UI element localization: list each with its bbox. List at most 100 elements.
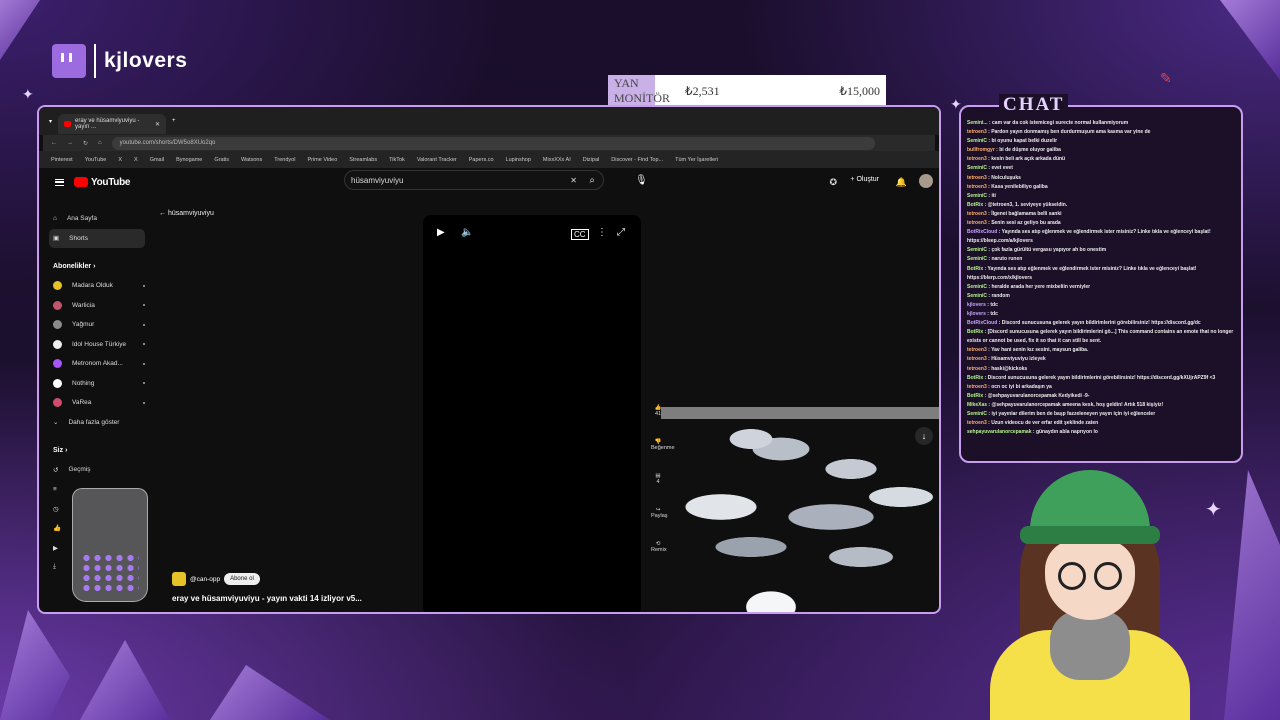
tab-menu-icon[interactable]: ▾	[49, 118, 52, 125]
volume-icon[interactable]: 🔈	[461, 227, 473, 238]
avatar[interactable]	[919, 174, 933, 188]
video-title[interactable]: eray ve hüsamviyuviyu - yayın vakti 14 i…	[172, 594, 362, 603]
chat-username[interactable]: SeminiC	[967, 138, 987, 144]
chat-username[interactable]: BotRix	[967, 393, 983, 399]
bookmark-item[interactable]: Streamlabs	[349, 157, 377, 163]
chat-username[interactable]: SeminiC	[967, 284, 987, 290]
chat-username[interactable]: tetroen3	[967, 347, 987, 353]
chat-username[interactable]: tetroen3	[967, 356, 987, 362]
play-icon[interactable]: ▶	[437, 227, 445, 238]
back-nav-icon[interactable]: ←	[51, 140, 57, 146]
chat-username[interactable]: tetroen3	[967, 366, 987, 372]
studio-icon[interactable]: ✪	[829, 177, 837, 188]
fullscreen-icon[interactable]: ⤢	[617, 227, 625, 238]
chat-username[interactable]: MikeXas	[967, 402, 987, 408]
chat-username[interactable]: kjlovers	[967, 311, 986, 317]
chat-username[interactable]: tetroen3	[967, 184, 987, 190]
forward-nav-icon[interactable]: →	[67, 140, 73, 146]
browser-tab[interactable]: eray ve hüsamviyuviyu - yayın ... ✕	[58, 114, 167, 134]
chat-username[interactable]: SeminiC	[967, 411, 987, 417]
history-icon: ↺	[53, 466, 59, 474]
sidebar-item-label: Madara Olduk	[72, 282, 113, 290]
bookmark-item[interactable]: TikTok	[389, 157, 405, 163]
bell-icon[interactable]: 🔔	[896, 177, 907, 188]
arrow-down-icon[interactable]: ↓	[915, 427, 933, 445]
bookmark-item[interactable]: Pinterest	[51, 157, 73, 163]
search-icon[interactable]: ⌕	[589, 175, 595, 186]
chat-username[interactable]: tetroen3	[967, 156, 987, 162]
bookmark-item[interactable]: Trendyol	[274, 157, 295, 163]
chat-text: Senin sesi az geliyo bu arada	[991, 220, 1061, 227]
youtube-logo[interactable]: YouTube	[74, 177, 131, 188]
sidebar-item-shorts[interactable]: ▣ Shorts	[49, 228, 145, 248]
create-button[interactable]: + Oluştur	[850, 176, 879, 183]
chat-username[interactable]: tetroen3	[967, 175, 987, 181]
chat-username[interactable]: sehpayuvarulanorcepamak	[967, 429, 1031, 435]
sidebar-item-subscription[interactable]: VaRea	[49, 393, 145, 413]
bookmark-item[interactable]: Watsons	[241, 157, 262, 163]
chat-message: SeminiC : evet evet	[967, 164, 1235, 173]
bookmark-item[interactable]: Gratis	[214, 157, 229, 163]
mic-icon[interactable]: 🎙	[635, 175, 648, 186]
chat-text: kesin beli ark açık arkada dünü	[991, 156, 1066, 163]
channel-handle[interactable]: @can-opp	[190, 576, 220, 583]
bookmark-item[interactable]: X	[134, 157, 138, 163]
chat-username[interactable]: tetroen3	[967, 211, 987, 217]
chat-username[interactable]: SeminiC	[967, 247, 987, 253]
sidebar-item-subscription[interactable]: Idol House Türkiye	[49, 335, 145, 355]
subscribe-button[interactable]: Abone ol	[224, 573, 260, 585]
chat-username[interactable]: BotRix	[967, 375, 983, 381]
bookmark-item[interactable]: X	[118, 157, 122, 163]
url-field[interactable]: youtube.com/shorts/DW5o8XUo2qo	[111, 136, 875, 150]
show-more-button[interactable]: ⌄ Daha fazla göster	[49, 413, 145, 433]
back-button[interactable]: ← hüsamviyuviyu	[159, 210, 214, 217]
sidebar-item-history[interactable]: ↺ Geçmiş	[49, 460, 145, 480]
bookmark-item[interactable]: Dizipal	[583, 157, 600, 163]
sidebar-item-subscription[interactable]: Nothing	[49, 374, 145, 394]
bookmark-item[interactable]: YouTube	[85, 157, 107, 163]
bookmark-item[interactable]: MixxXXx AI	[543, 157, 571, 163]
chat-username[interactable]: tetroen3	[967, 129, 987, 135]
bookmark-item[interactable]: Prime Video	[307, 157, 337, 163]
chat-username[interactable]: SeminiC	[967, 256, 987, 262]
chat-username[interactable]: BotRix	[967, 202, 983, 208]
menu-icon[interactable]	[55, 178, 64, 186]
close-tab-icon[interactable]: ✕	[155, 121, 160, 128]
channel-avatar[interactable]	[172, 572, 186, 586]
chat-username[interactable]: tetroen3	[967, 220, 987, 226]
shorts-player[interactable]: ▶ 🔈 CC ⋮ ⤢	[423, 215, 641, 612]
chat-username[interactable]: Semini...	[967, 120, 988, 126]
bookmark-item[interactable]: Lupinshop	[506, 157, 531, 163]
search-input[interactable]: hüsamviyuviyu ✕ ⌕	[344, 170, 604, 190]
chat-username[interactable]: BotRix	[967, 266, 983, 272]
cc-icon[interactable]: CC	[571, 229, 589, 240]
home-icon[interactable]: ⌂	[98, 140, 102, 146]
bookmark-item[interactable]: Bynogame	[176, 157, 202, 163]
chat-username[interactable]: BotRixCloud	[967, 320, 997, 326]
bookmark-item[interactable]: Tüm Yer İşaretleri	[675, 157, 718, 163]
chat-username[interactable]: SeminiC	[967, 293, 987, 299]
sidebar-item-subscription[interactable]: Madara Olduk	[49, 276, 145, 296]
chat-username[interactable]: kjlovers	[967, 302, 986, 308]
chat-username[interactable]: SeminiC	[967, 193, 987, 199]
sidebar-item-subscription[interactable]: Warlicia	[49, 296, 145, 316]
bookmark-item[interactable]: Papers.co	[469, 157, 494, 163]
new-tab-icon[interactable]: +	[172, 118, 176, 124]
clear-search-icon[interactable]: ✕	[570, 176, 577, 185]
you-header[interactable]: Siz ›	[49, 440, 145, 460]
subscriptions-header[interactable]: Abonelikler ›	[49, 256, 145, 276]
sidebar-item-subscription[interactable]: Yağmur	[49, 315, 145, 335]
chat-username[interactable]: bullfromgyr	[967, 147, 995, 153]
sidebar-item-home[interactable]: ⌂ Ana Sayfa	[49, 209, 145, 229]
chat-username[interactable]: SeminiC	[967, 165, 987, 171]
bookmark-item[interactable]: Discover - Find Top...	[611, 157, 663, 163]
chat-username[interactable]: tetroen3	[967, 384, 987, 390]
bookmark-item[interactable]: Valorant Tracker	[417, 157, 457, 163]
reload-icon[interactable]: ↻	[83, 140, 88, 147]
chat-username[interactable]: tetroen3	[967, 420, 987, 426]
sidebar-item-subscription[interactable]: Metronom Akad...	[49, 354, 145, 374]
bookmark-item[interactable]: Gmail	[150, 157, 164, 163]
chat-username[interactable]: BotRixCloud	[967, 229, 997, 235]
chat-username[interactable]: BotRix	[967, 329, 983, 335]
more-icon[interactable]: ⋮	[597, 227, 607, 238]
